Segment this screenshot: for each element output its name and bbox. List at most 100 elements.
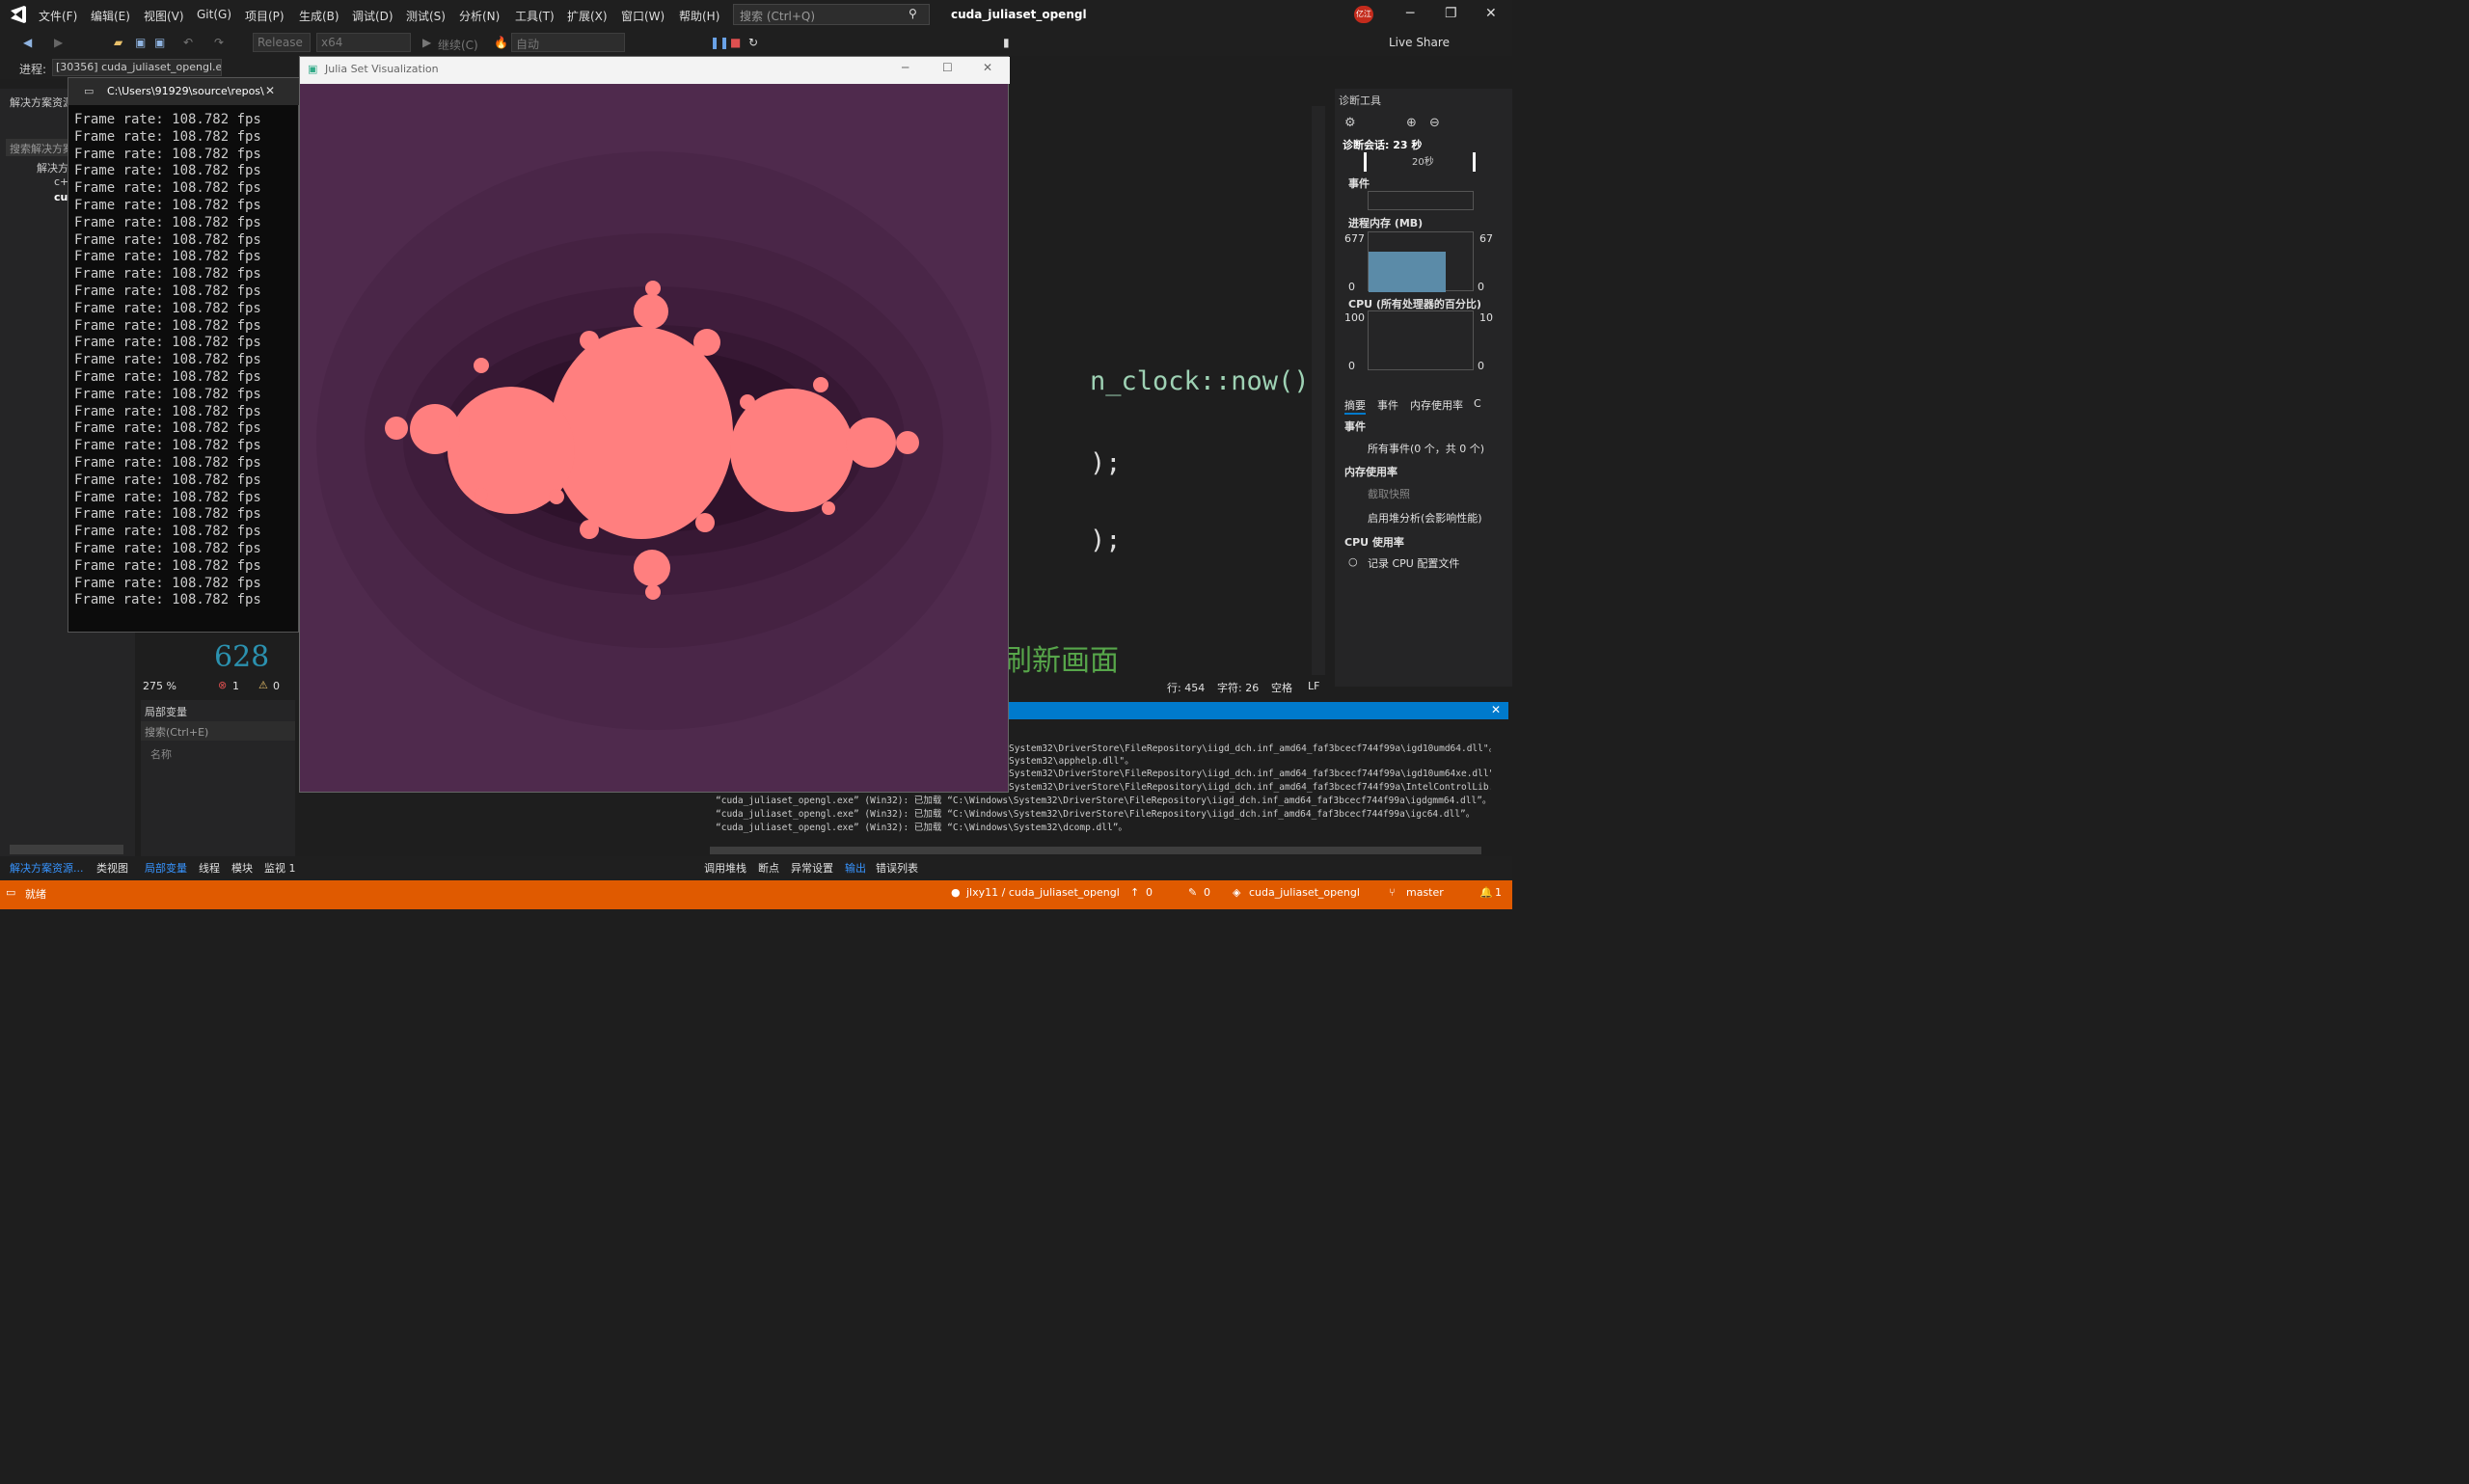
console-window[interactable]: ▭ C:\Users\91929\source\repos\ ✕ Frame r…	[68, 77, 300, 633]
stop-icon[interactable]: ■	[730, 36, 741, 49]
zoom-in-icon[interactable]: ⊕	[1406, 116, 1417, 130]
github-icon[interactable]: ●	[951, 886, 961, 899]
warning-count[interactable]: 0	[273, 680, 280, 692]
menu-window[interactable]: 窗口(W)	[621, 8, 665, 24]
tab-breakpoints[interactable]: 断点	[758, 860, 779, 876]
project-icon[interactable]: ◈	[1233, 886, 1240, 899]
tab-watch[interactable]: 监视 1	[264, 860, 296, 876]
tab-exception-settings[interactable]: 异常设置	[791, 860, 833, 876]
branch-icon[interactable]: ⑂	[1389, 886, 1396, 899]
platform-select[interactable]: x64	[316, 33, 411, 52]
menu-edit[interactable]: 编辑(E)	[91, 8, 130, 24]
bookmark-icon[interactable]: ▮	[1003, 36, 1010, 49]
record-icon[interactable]: ○	[1348, 555, 1358, 568]
configuration-select[interactable]: Release	[253, 33, 311, 52]
eol-indicator[interactable]: LF	[1308, 680, 1319, 692]
warning-icon[interactable]: ⚠	[258, 679, 268, 691]
continue-icon[interactable]: ▶	[422, 36, 431, 49]
menu-extensions[interactable]: 扩展(X)	[567, 8, 608, 24]
hot-reload-icon[interactable]: 🔥	[494, 36, 508, 49]
close-icon[interactable]: ✕	[265, 84, 275, 97]
repo-name[interactable]: jlxy11 / cuda_juliaset_opengl	[966, 886, 1120, 899]
menu-analyze[interactable]: 分析(N)	[459, 8, 500, 24]
record-cpu-button[interactable]: 记录 CPU 配置文件	[1368, 555, 1459, 571]
menu-debug[interactable]: 调试(D)	[352, 8, 393, 24]
julia-render[interactable]	[300, 84, 1008, 792]
restart-icon[interactable]: ↻	[748, 36, 758, 49]
restore-icon[interactable]: ❐	[1445, 6, 1457, 21]
tab-solution-explorer[interactable]: 解决方案资源...	[10, 860, 84, 876]
minimize-icon[interactable]: ─	[902, 61, 909, 74]
menu-view[interactable]: 视图(V)	[144, 8, 184, 24]
julia-titlebar[interactable]: ▣ Julia Set Visualization ─ ☐ ✕	[300, 57, 1010, 84]
tab-events[interactable]: 事件	[1377, 397, 1398, 413]
menu-project[interactable]: 项目(P)	[245, 8, 285, 24]
menu-build[interactable]: 生成(B)	[299, 8, 339, 24]
whitespace-indicator[interactable]: 空格	[1271, 680, 1292, 695]
pending-icon[interactable]: ✎	[1188, 886, 1197, 899]
tab-output[interactable]: 输出	[845, 860, 866, 876]
locals-search-input[interactable]: 搜索(Ctrl+E)	[141, 721, 295, 741]
close-icon[interactable]: ✕	[983, 61, 992, 74]
tab-summary[interactable]: 摘要	[1344, 397, 1366, 415]
tab-call-stack[interactable]: 调用堆栈	[704, 860, 746, 876]
auto-select[interactable]: 自动	[511, 33, 625, 52]
pause-icon[interactable]: ❚❚	[710, 36, 729, 49]
tab-modules[interactable]: 模块	[231, 860, 253, 876]
snapshot-button[interactable]: 截取快照	[1368, 486, 1410, 501]
line-indicator[interactable]: 行: 454	[1167, 680, 1205, 695]
heap-profiling-button[interactable]: 启用堆分析(会影响性能)	[1368, 510, 1482, 526]
undo-icon[interactable]: ↶	[183, 36, 193, 49]
all-events-link[interactable]: 所有事件(0 个，共 0 个)	[1368, 441, 1484, 456]
horizontal-scrollbar[interactable]	[10, 845, 123, 854]
menu-git[interactable]: Git(G)	[197, 8, 231, 21]
maximize-icon[interactable]: ☐	[942, 61, 953, 74]
vertical-scrollbar[interactable]	[1312, 106, 1325, 675]
close-icon[interactable]: ✕	[1485, 6, 1497, 21]
open-icon[interactable]: ▰	[114, 36, 122, 49]
events-section[interactable]: 事件	[1348, 175, 1370, 191]
tab-memory[interactable]: 内存使用率	[1410, 397, 1463, 413]
settings-icon[interactable]: ⚙	[1344, 116, 1356, 130]
minimize-icon[interactable]: ─	[1406, 6, 1414, 21]
error-icon[interactable]: ⊗	[218, 679, 227, 691]
search-icon[interactable]: ⚲	[909, 7, 917, 20]
account-avatar[interactable]: 亿江	[1354, 6, 1373, 23]
back-icon[interactable]: ◀	[23, 36, 32, 49]
push-count[interactable]: 0	[1146, 886, 1153, 899]
memory-section[interactable]: 进程内存 (MB)	[1348, 215, 1423, 230]
search-input[interactable]: 搜索 (Ctrl+Q)	[733, 4, 930, 25]
process-select[interactable]: [30356] cuda_juliaset_opengl.e	[52, 59, 222, 76]
zoom-out-icon[interactable]: ⊖	[1429, 116, 1440, 130]
continue-button[interactable]: 继续(C)	[438, 37, 478, 53]
visual-studio-logo-icon[interactable]	[8, 4, 29, 25]
project-name[interactable]: cuda_juliaset_opengl	[1249, 886, 1360, 899]
zoom-level[interactable]: 275 %	[143, 680, 176, 692]
cpu-section[interactable]: CPU (所有处理器的百分比)	[1348, 296, 1481, 311]
pending-count[interactable]: 0	[1204, 886, 1210, 899]
menu-tools[interactable]: 工具(T)	[515, 8, 555, 24]
menu-file[interactable]: 文件(F)	[39, 8, 77, 24]
console-tab[interactable]: ▭ C:\Users\91929\source\repos\ ✕	[68, 78, 300, 105]
tab-cpu[interactable]: C	[1474, 397, 1481, 410]
push-icon[interactable]: ↑	[1130, 886, 1139, 899]
notification-icon[interactable]: 🔔	[1479, 886, 1493, 899]
project-item[interactable]: cu	[54, 191, 68, 203]
solution-root[interactable]: 解决方	[37, 160, 68, 175]
locals-name-column[interactable]: 名称	[150, 746, 172, 762]
notification-count[interactable]: 1	[1495, 886, 1502, 899]
tab-error-list[interactable]: 错误列表	[876, 860, 918, 876]
save-all-icon[interactable]: ▣	[154, 36, 165, 49]
menu-help[interactable]: 帮助(H)	[679, 8, 719, 24]
char-indicator[interactable]: 字符: 26	[1217, 680, 1259, 695]
menu-test[interactable]: 测试(S)	[406, 8, 446, 24]
error-count[interactable]: 1	[232, 680, 239, 692]
tab-class-view[interactable]: 类视图	[96, 860, 128, 876]
close-icon[interactable]: ✕	[1491, 703, 1501, 716]
save-icon[interactable]: ▣	[135, 36, 146, 49]
project-item[interactable]: c+	[54, 175, 68, 188]
tab-threads[interactable]: 线程	[199, 860, 220, 876]
redo-icon[interactable]: ↷	[214, 36, 224, 49]
julia-window[interactable]: ▣ Julia Set Visualization ─ ☐ ✕	[299, 56, 1010, 793]
horizontal-scrollbar[interactable]	[710, 847, 1481, 854]
